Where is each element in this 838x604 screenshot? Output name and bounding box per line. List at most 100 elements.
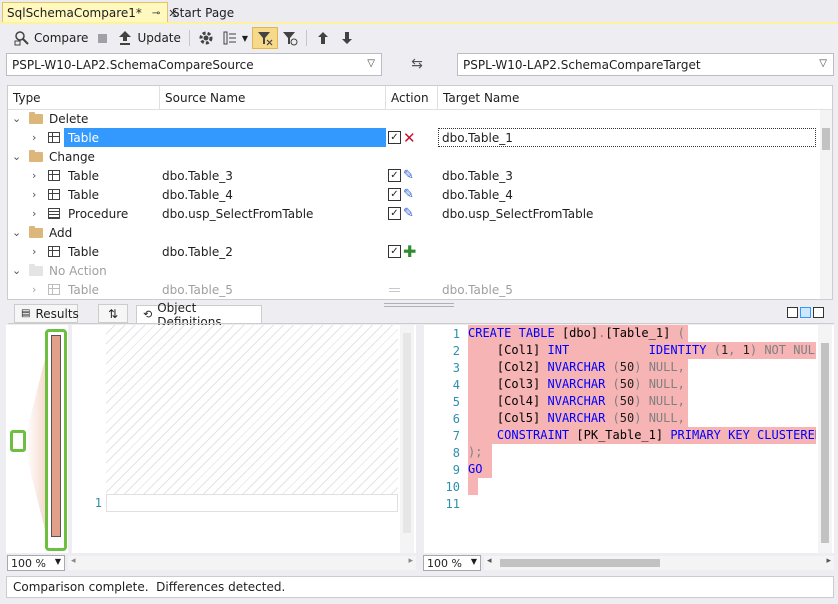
tab-object-definitions[interactable]: ⟲ Object Definitions [136, 301, 262, 329]
group-label: No Action [49, 263, 107, 278]
scroll-thumb[interactable] [403, 333, 411, 533]
target-horizontal-scrollbar[interactable]: ◂ ▸ [484, 556, 834, 570]
table-row[interactable]: › Table dbo.Table_3 ✓ ✎ dbo.Table_3 [8, 166, 816, 185]
status-bar: Comparison complete. Differences detecte… [6, 576, 834, 598]
source-zoom-select[interactable]: 100 % ▼ [7, 555, 65, 571]
update-button[interactable]: Update [113, 27, 184, 49]
target-vertical-scrollbar[interactable] [818, 325, 832, 553]
source-select[interactable]: PSPL-W10-LAP2.SchemaCompareSource ▽ [6, 53, 382, 76]
chevron-down-icon[interactable]: ⌄ [12, 264, 21, 277]
pane-divider [8, 323, 834, 324]
chevron-down-icon: ▽ [819, 58, 827, 69]
column-header-action[interactable]: Action [386, 86, 438, 110]
chevron-right-icon[interactable]: › [32, 169, 36, 182]
chevron-down-icon[interactable]: ⌄ [12, 226, 21, 239]
source-line[interactable] [106, 494, 398, 512]
target-select[interactable]: PSPL-W10-LAP2.SchemaCompareTarget ▽ [457, 53, 834, 76]
chevron-right-icon[interactable]: › [32, 131, 36, 144]
code-line-1: CREATE TABLE [dbo].[Table_1] ( [468, 325, 688, 342]
scroll-thumb[interactable] [821, 343, 829, 543]
chevron-down-icon[interactable]: ⌄ [12, 112, 21, 125]
row-target: dbo.usp_SelectFromTable [442, 206, 594, 221]
scroll-right-icon[interactable]: ▸ [826, 556, 831, 566]
options-button[interactable] [194, 27, 218, 49]
tab-sqlschemacompare1[interactable]: SqlSchemaCompare1* ⊸ ✕ [2, 2, 178, 23]
tab-sort[interactable]: ⇅ [98, 304, 128, 323]
stacked-layout-icon[interactable] [800, 307, 811, 318]
overview-knob[interactable] [10, 430, 26, 452]
scroll-thumb[interactable] [500, 559, 660, 567]
line-number: 4 [452, 378, 460, 392]
code-line-3: [Col2] NVARCHAR (50) NULL, [468, 359, 688, 376]
table-row[interactable]: › Table ✓ ✕ dbo.Table_1 [8, 128, 816, 147]
stop-icon[interactable] [98, 33, 108, 43]
scroll-left-icon[interactable]: ◂ [71, 556, 76, 566]
table-icon [48, 170, 60, 181]
chevron-down-icon: ▼ [54, 557, 61, 566]
include-checkbox[interactable]: ✓ [388, 207, 401, 220]
include-checkbox[interactable]: ✓ [388, 188, 401, 201]
group-results-icon [222, 30, 238, 46]
chevron-right-icon[interactable]: › [32, 207, 36, 220]
line-number-gutter: 1 2 3 4 5 6 7 8 9 10 11 [424, 325, 460, 525]
group-row-delete[interactable]: ⌄ Delete [8, 109, 816, 128]
tab-start-page[interactable]: Start Page [168, 4, 238, 22]
row-source: dbo.Table_3 [162, 168, 233, 183]
source-vertical-scrollbar[interactable] [400, 325, 414, 553]
code-line-10 [468, 478, 478, 495]
splitter-grip[interactable] [384, 303, 454, 307]
folder-icon [29, 263, 43, 276]
chevron-right-icon[interactable]: › [32, 188, 36, 201]
include-checkbox[interactable]: ✓ [388, 245, 401, 258]
collapse-pane-icon[interactable] [813, 307, 824, 318]
overview-scroll-bar[interactable] [45, 329, 67, 551]
target-definition-editor[interactable]: 1 2 3 4 5 6 7 8 9 10 11 CREATE TABLE [db… [424, 325, 834, 553]
include-checkbox[interactable]: ✓ [388, 131, 401, 144]
source-horizontal-scrollbar[interactable]: ◂ ▸ [68, 556, 416, 570]
target-zoom-select[interactable]: 100 % ▼ [423, 555, 481, 571]
scroll-left-icon[interactable]: ◂ [487, 556, 492, 566]
tab-label: Start Page [172, 6, 235, 20]
table-row[interactable]: › Procedure dbo.usp_SelectFromTable ✓ ✎ … [8, 204, 816, 223]
scroll-thumb[interactable] [822, 128, 830, 150]
filter-button[interactable] [252, 27, 279, 49]
compare-button[interactable]: Compare [10, 27, 92, 49]
row-target: dbo.Table_3 [442, 168, 513, 183]
next-change-button[interactable] [335, 27, 359, 49]
filter-objects-button[interactable] [278, 27, 302, 49]
swap-source-target-button[interactable]: ⇆ [404, 55, 430, 73]
group-results-button[interactable]: ▼ [218, 27, 252, 49]
grid-vertical-scrollbar[interactable] [820, 110, 832, 299]
chevron-right-icon[interactable]: › [32, 283, 36, 296]
object-definitions-icon: ⟲ [143, 308, 153, 321]
results-grid: Type Source Name Action Target Name ⌄ De… [7, 85, 833, 300]
previous-change-button[interactable] [311, 27, 335, 49]
code-area[interactable]: CREATE TABLE [dbo].[Table_1] ( [Col1] IN… [468, 325, 816, 525]
group-row-add[interactable]: ⌄ Add [8, 223, 816, 242]
row-target: dbo.Table_4 [442, 187, 513, 202]
chevron-down-icon[interactable]: ⌄ [12, 150, 21, 163]
group-row-no-action[interactable]: ⌄ No Action [8, 261, 816, 280]
group-row-change[interactable]: ⌄ Change [8, 147, 816, 166]
chevron-down-icon: ▽ [367, 58, 375, 69]
column-header-type[interactable]: Type [8, 86, 160, 110]
row-type: Procedure [68, 206, 129, 221]
line-number: 11 [445, 497, 460, 511]
column-header-source-name[interactable]: Source Name [160, 86, 386, 110]
difference-overview[interactable] [6, 325, 68, 553]
row-source: dbo.Table_4 [162, 187, 233, 202]
source-definition-editor[interactable]: 1 [72, 325, 416, 553]
row-type: Table [68, 168, 100, 183]
include-checkbox[interactable]: ✓ [388, 169, 401, 182]
scroll-right-icon[interactable]: ▸ [408, 556, 413, 566]
side-by-side-layout-icon[interactable] [787, 307, 798, 318]
table-row[interactable]: › Table dbo.Table_2 ✓ ✚ [8, 242, 816, 261]
table-row[interactable]: › Table dbo.Table_5 dbo.Table_5 [8, 280, 816, 299]
table-row[interactable]: › Table dbo.Table_4 ✓ ✎ dbo.Table_4 [8, 185, 816, 204]
tab-results[interactable]: ▤ Results [14, 304, 79, 323]
pin-icon[interactable]: ⊸ [152, 8, 160, 19]
column-header-target-name[interactable]: Target Name [438, 86, 820, 110]
chevron-right-icon[interactable]: › [32, 245, 36, 258]
toolbar-separator [188, 30, 190, 46]
row-type: Table [68, 187, 100, 202]
